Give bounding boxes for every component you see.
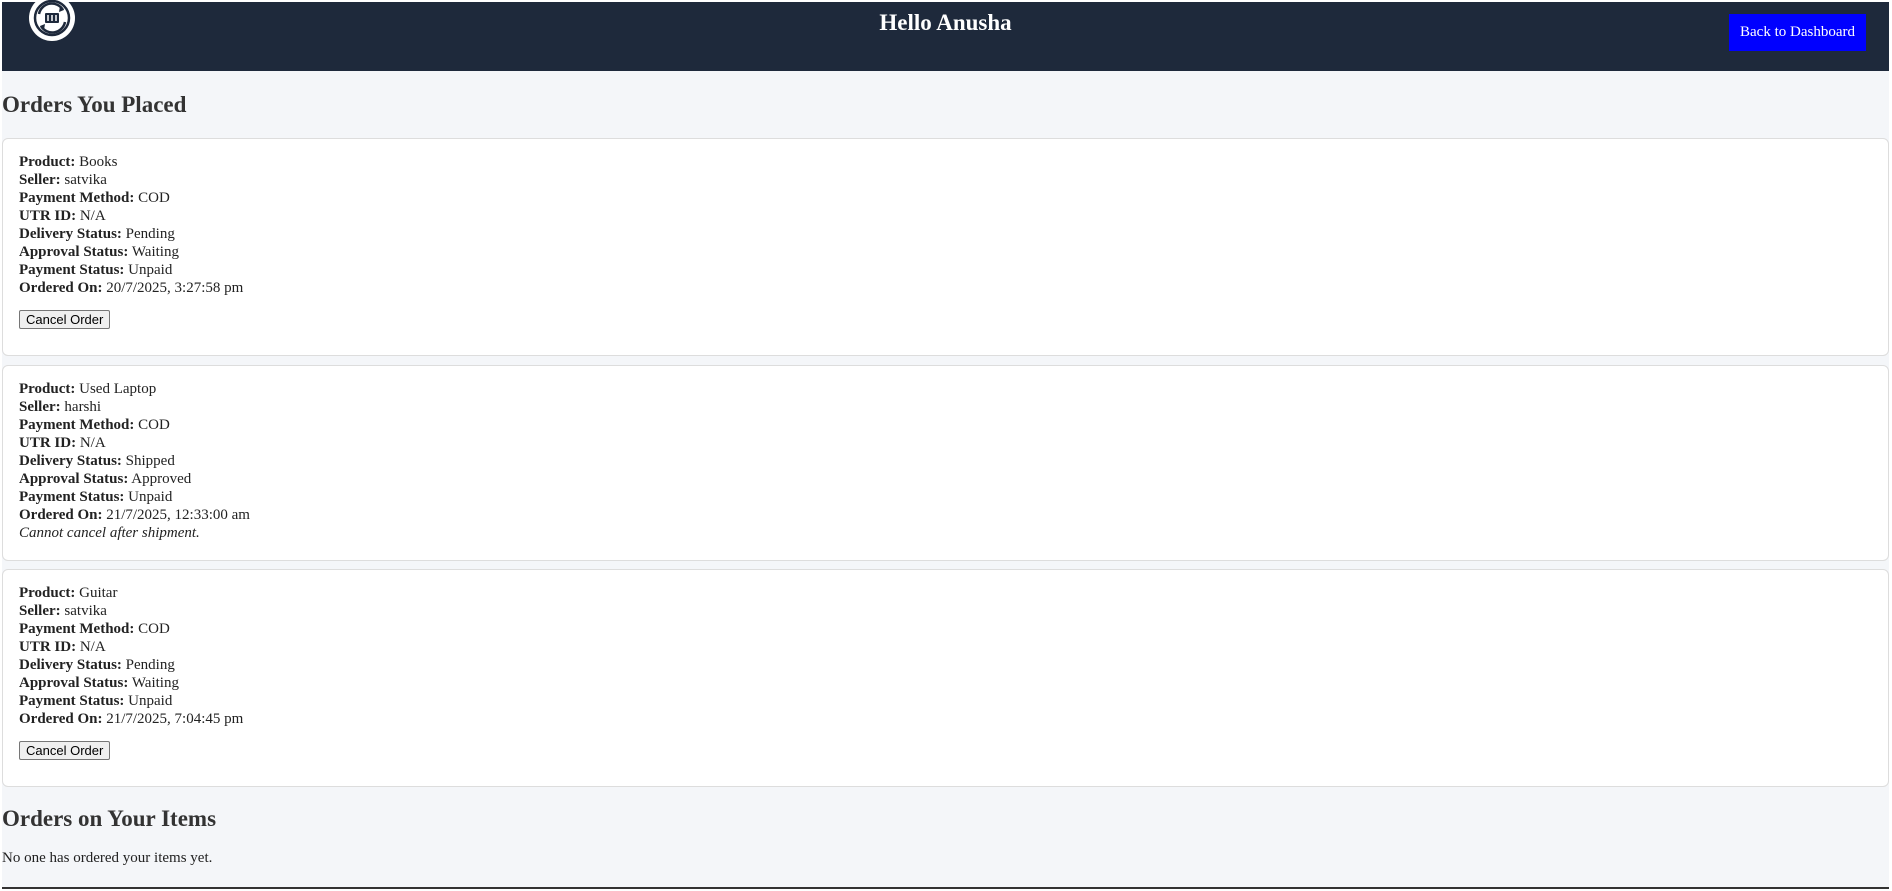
approval-status-row: Approval Status: Waiting [19,674,1872,692]
payment-method-value: COD [138,417,170,433]
ordered-on-label: Ordered On: [19,280,103,296]
payment-status-label: Payment Status: [19,693,125,709]
delivery-status-row: Delivery Status: Shipped [19,452,1872,470]
ordered-on-label: Ordered On: [19,507,103,523]
payment-status-label: Payment Status: [19,489,125,505]
delivery-status-label: Delivery Status: [19,657,122,673]
utr-value: N/A [79,639,106,655]
ordered-on-row: Ordered On: 21/7/2025, 12:33:00 am [19,506,1872,524]
seller-row: Seller: harshi [19,398,1872,416]
approval-status-label: Approval Status: [19,471,129,487]
payment-method-value: COD [138,190,170,206]
product-value: Books [79,154,118,170]
utr-label: UTR ID: [19,639,77,655]
product-value: Guitar [79,585,118,601]
utr-value: N/A [79,435,106,451]
ordered-on-value: 21/7/2025, 7:04:45 pm [106,711,244,727]
delivery-status-label: Delivery Status: [19,453,122,469]
seller-label: Seller: [19,603,61,619]
payment-method-row: Payment Method: COD [19,620,1872,638]
order-card: Product: Books Seller: satvika Payment M… [2,138,1889,356]
approval-status-value: Waiting [131,675,179,691]
payment-status-row: Payment Status: Unpaid [19,692,1872,710]
utr-row: UTR ID: N/A [19,434,1872,452]
product-value: Used Laptop [79,381,157,397]
greeting-title: Hello Anusha [879,10,1012,35]
order-card: Product: Guitar Seller: satvika Payment … [2,569,1889,787]
utr-row: UTR ID: N/A [19,207,1872,225]
payment-method-row: Payment Method: COD [19,189,1872,207]
payment-method-label: Payment Method: [19,621,135,637]
delivery-status-value: Pending [125,226,175,242]
seller-value: harshi [64,399,102,415]
orders-placed-heading: Orders You Placed [2,92,187,117]
seller-row: Seller: satvika [19,171,1872,189]
cancel-order-button[interactable]: Cancel Order [19,741,111,760]
utr-value: N/A [79,208,106,224]
approval-status-row: Approval Status: Approved [19,470,1872,488]
top-header: Hello Anusha Back to Dashboard [2,0,1889,71]
ordered-on-value: 20/7/2025, 3:27:58 pm [106,280,244,296]
seller-row: Seller: satvika [19,602,1872,620]
utr-row: UTR ID: N/A [19,638,1872,656]
product-label: Product: [19,381,76,397]
product-label: Product: [19,585,76,601]
no-orders-message: No one has ordered your items yet. [2,850,213,866]
approval-status-value: Approved [131,471,192,487]
payment-status-value: Unpaid [128,693,173,709]
ordered-on-row: Ordered On: 21/7/2025, 7:04:45 pm [19,710,1872,728]
ordered-on-row: Ordered On: 20/7/2025, 3:27:58 pm [19,279,1872,297]
payment-status-row: Payment Status: Unpaid [19,488,1872,506]
orders-received-heading: Orders on Your Items [2,806,217,831]
seller-label: Seller: [19,399,61,415]
back-to-dashboard-button[interactable]: Back to Dashboard [1729,14,1866,51]
ordered-on-value: 21/7/2025, 12:33:00 am [106,507,250,523]
product-label: Product: [19,154,76,170]
order-card: Product: Used Laptop Seller: harshi Paym… [2,365,1889,561]
product-row: Product: Guitar [19,584,1872,602]
seller-label: Seller: [19,172,61,188]
ordered-on-label: Ordered On: [19,711,103,727]
payment-method-value: COD [138,621,170,637]
payment-status-value: Unpaid [128,262,173,278]
utr-label: UTR ID: [19,435,77,451]
utr-label: UTR ID: [19,208,77,224]
app-root: Hello Anusha Back to Dashboard Orders Yo… [0,0,1892,891]
payment-method-label: Payment Method: [19,190,135,206]
payment-status-value: Unpaid [128,489,173,505]
delivery-status-value: Pending [125,657,175,673]
cancel-order-button[interactable]: Cancel Order [19,310,111,329]
product-row: Product: Used Laptop [19,380,1872,398]
approval-status-label: Approval Status: [19,675,129,691]
product-row: Product: Books [19,153,1872,171]
payment-status-label: Payment Status: [19,262,125,278]
delivery-status-row: Delivery Status: Pending [19,656,1872,674]
delivery-status-value: Shipped [125,453,175,469]
seller-value: satvika [64,172,107,188]
payment-status-row: Payment Status: Unpaid [19,261,1872,279]
delivery-status-row: Delivery Status: Pending [19,225,1872,243]
approval-status-label: Approval Status: [19,244,129,260]
approval-status-row: Approval Status: Waiting [19,243,1872,261]
payment-method-row: Payment Method: COD [19,416,1872,434]
page-content: Hello Anusha Back to Dashboard Orders Yo… [2,0,1889,889]
cancel-disabled-note: Cannot cancel after shipment. [19,525,200,541]
payment-method-label: Payment Method: [19,417,135,433]
seller-value: satvika [64,603,107,619]
approval-status-value: Waiting [131,244,179,260]
delivery-status-label: Delivery Status: [19,226,122,242]
